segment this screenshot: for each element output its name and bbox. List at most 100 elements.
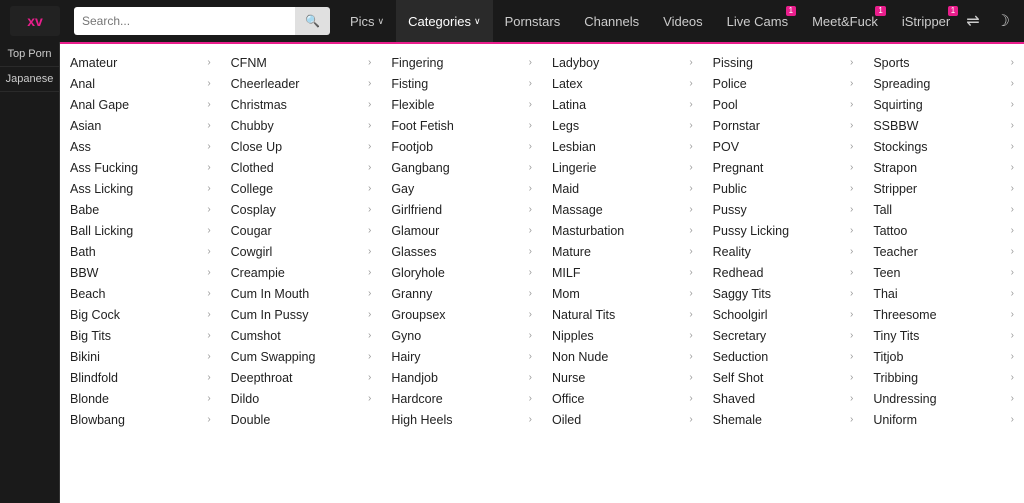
category-item[interactable]: Glasses› — [387, 241, 536, 262]
category-item[interactable]: Cum In Pussy› — [227, 304, 376, 325]
category-item[interactable]: Ass› — [66, 136, 215, 157]
category-item[interactable]: Mom› — [548, 283, 697, 304]
category-item[interactable]: Ass Licking› — [66, 178, 215, 199]
category-item[interactable]: Uniform› — [869, 409, 1018, 430]
nav-item-meet-fuck[interactable]: Meet&Fuck1 — [800, 0, 890, 42]
category-item[interactable]: Oiled› — [548, 409, 697, 430]
category-item[interactable]: Groupsex› — [387, 304, 536, 325]
category-item[interactable]: Office› — [548, 388, 697, 409]
category-item[interactable]: Clothed› — [227, 157, 376, 178]
category-item[interactable]: Cum Swapping› — [227, 346, 376, 367]
dark-mode-icon[interactable]: ☽ — [992, 7, 1014, 35]
category-item[interactable]: Redhead› — [709, 262, 858, 283]
category-item[interactable]: Pregnant› — [709, 157, 858, 178]
category-item[interactable]: Gangbang› — [387, 157, 536, 178]
category-item[interactable]: Tall› — [869, 199, 1018, 220]
category-item[interactable]: Cum In Mouth› — [227, 283, 376, 304]
nav-item-live-cams[interactable]: Live Cams1 — [715, 0, 800, 42]
category-item[interactable]: POV› — [709, 136, 858, 157]
category-item[interactable]: Dildo› — [227, 388, 376, 409]
category-item[interactable]: Squirting› — [869, 94, 1018, 115]
category-item[interactable]: Titjob› — [869, 346, 1018, 367]
category-item[interactable]: Bath› — [66, 241, 215, 262]
category-item[interactable]: Saggy Tits› — [709, 283, 858, 304]
category-item[interactable]: Granny› — [387, 283, 536, 304]
category-item[interactable]: Glamour› — [387, 220, 536, 241]
nav-item-channels[interactable]: Channels — [572, 0, 651, 42]
category-item[interactable]: Undressing› — [869, 388, 1018, 409]
category-item[interactable]: Cumshot› — [227, 325, 376, 346]
category-item[interactable]: Girlfriend› — [387, 199, 536, 220]
category-item[interactable]: Beach› — [66, 283, 215, 304]
category-item[interactable]: Chubby› — [227, 115, 376, 136]
category-item[interactable]: Massage› — [548, 199, 697, 220]
category-item[interactable]: Cheerleader› — [227, 73, 376, 94]
category-item[interactable]: Schoolgirl› — [709, 304, 858, 325]
category-item[interactable]: Ball Licking› — [66, 220, 215, 241]
category-item[interactable]: Blindfold› — [66, 367, 215, 388]
category-item[interactable]: Stripper› — [869, 178, 1018, 199]
category-item[interactable]: High Heels› — [387, 409, 536, 430]
nav-item-videos[interactable]: Videos — [651, 0, 715, 42]
category-item[interactable]: Fisting› — [387, 73, 536, 94]
category-item[interactable]: BBW› — [66, 262, 215, 283]
category-item[interactable]: Lesbian› — [548, 136, 697, 157]
category-item[interactable]: Latex› — [548, 73, 697, 94]
category-item[interactable]: Handjob› — [387, 367, 536, 388]
category-item[interactable]: Thai› — [869, 283, 1018, 304]
category-item[interactable]: Pissing› — [709, 52, 858, 73]
category-item[interactable]: Gay› — [387, 178, 536, 199]
category-item[interactable]: Pussy› — [709, 199, 858, 220]
category-item[interactable]: Amateur› — [66, 52, 215, 73]
sidebar-item-japanese[interactable]: Japanese — [0, 67, 59, 92]
category-item[interactable]: Babe› — [66, 199, 215, 220]
category-item[interactable]: Christmas› — [227, 94, 376, 115]
nav-item-pics[interactable]: Pics ∨ — [338, 0, 396, 42]
search-button[interactable]: 🔍 — [295, 7, 330, 35]
category-item[interactable]: Lingerie› — [548, 157, 697, 178]
category-item[interactable]: Pool› — [709, 94, 858, 115]
category-item[interactable]: Deepthroat› — [227, 367, 376, 388]
category-item[interactable]: Flexible› — [387, 94, 536, 115]
nav-item-categories[interactable]: Categories ∨ — [396, 0, 492, 42]
search-input[interactable] — [74, 7, 295, 35]
category-item[interactable]: Tattoo› — [869, 220, 1018, 241]
category-item[interactable]: Anal› — [66, 73, 215, 94]
category-item[interactable]: Latina› — [548, 94, 697, 115]
category-item[interactable]: MILF› — [548, 262, 697, 283]
category-item[interactable]: Secretary› — [709, 325, 858, 346]
nav-item-pornstars[interactable]: Pornstars — [493, 0, 573, 42]
category-item[interactable]: Creampie› — [227, 262, 376, 283]
category-item[interactable]: Ass Fucking› — [66, 157, 215, 178]
category-item[interactable]: Natural Tits› — [548, 304, 697, 325]
category-item[interactable]: Spreading› — [869, 73, 1018, 94]
category-item[interactable]: Ladyboy› — [548, 52, 697, 73]
category-item[interactable]: Asian› — [66, 115, 215, 136]
category-item[interactable]: Nurse› — [548, 367, 697, 388]
category-item[interactable]: Masturbation› — [548, 220, 697, 241]
category-item[interactable]: Cougar› — [227, 220, 376, 241]
category-item[interactable]: Close Up› — [227, 136, 376, 157]
category-item[interactable]: Reality› — [709, 241, 858, 262]
category-item[interactable]: Hardcore› — [387, 388, 536, 409]
category-item[interactable]: Shemale› — [709, 409, 858, 430]
category-item[interactable]: Gloryhole› — [387, 262, 536, 283]
category-item[interactable]: Pussy Licking› — [709, 220, 858, 241]
category-item[interactable]: SSBBW› — [869, 115, 1018, 136]
category-item[interactable]: Big Tits› — [66, 325, 215, 346]
category-item[interactable]: Teacher› — [869, 241, 1018, 262]
category-item[interactable]: Shaved› — [709, 388, 858, 409]
category-item[interactable]: Strapon› — [869, 157, 1018, 178]
category-item[interactable]: Mature› — [548, 241, 697, 262]
category-item[interactable]: Cosplay› — [227, 199, 376, 220]
category-item[interactable]: Double — [227, 409, 376, 430]
category-item[interactable]: Threesome› — [869, 304, 1018, 325]
category-item[interactable]: College› — [227, 178, 376, 199]
category-item[interactable]: Self Shot› — [709, 367, 858, 388]
shuffle-icon[interactable]: ⇌ — [962, 7, 983, 35]
category-item[interactable]: Public› — [709, 178, 858, 199]
category-item[interactable]: Tiny Tits› — [869, 325, 1018, 346]
category-item[interactable]: Footjob› — [387, 136, 536, 157]
logo[interactable]: xv — [10, 6, 60, 36]
category-item[interactable]: Legs› — [548, 115, 697, 136]
